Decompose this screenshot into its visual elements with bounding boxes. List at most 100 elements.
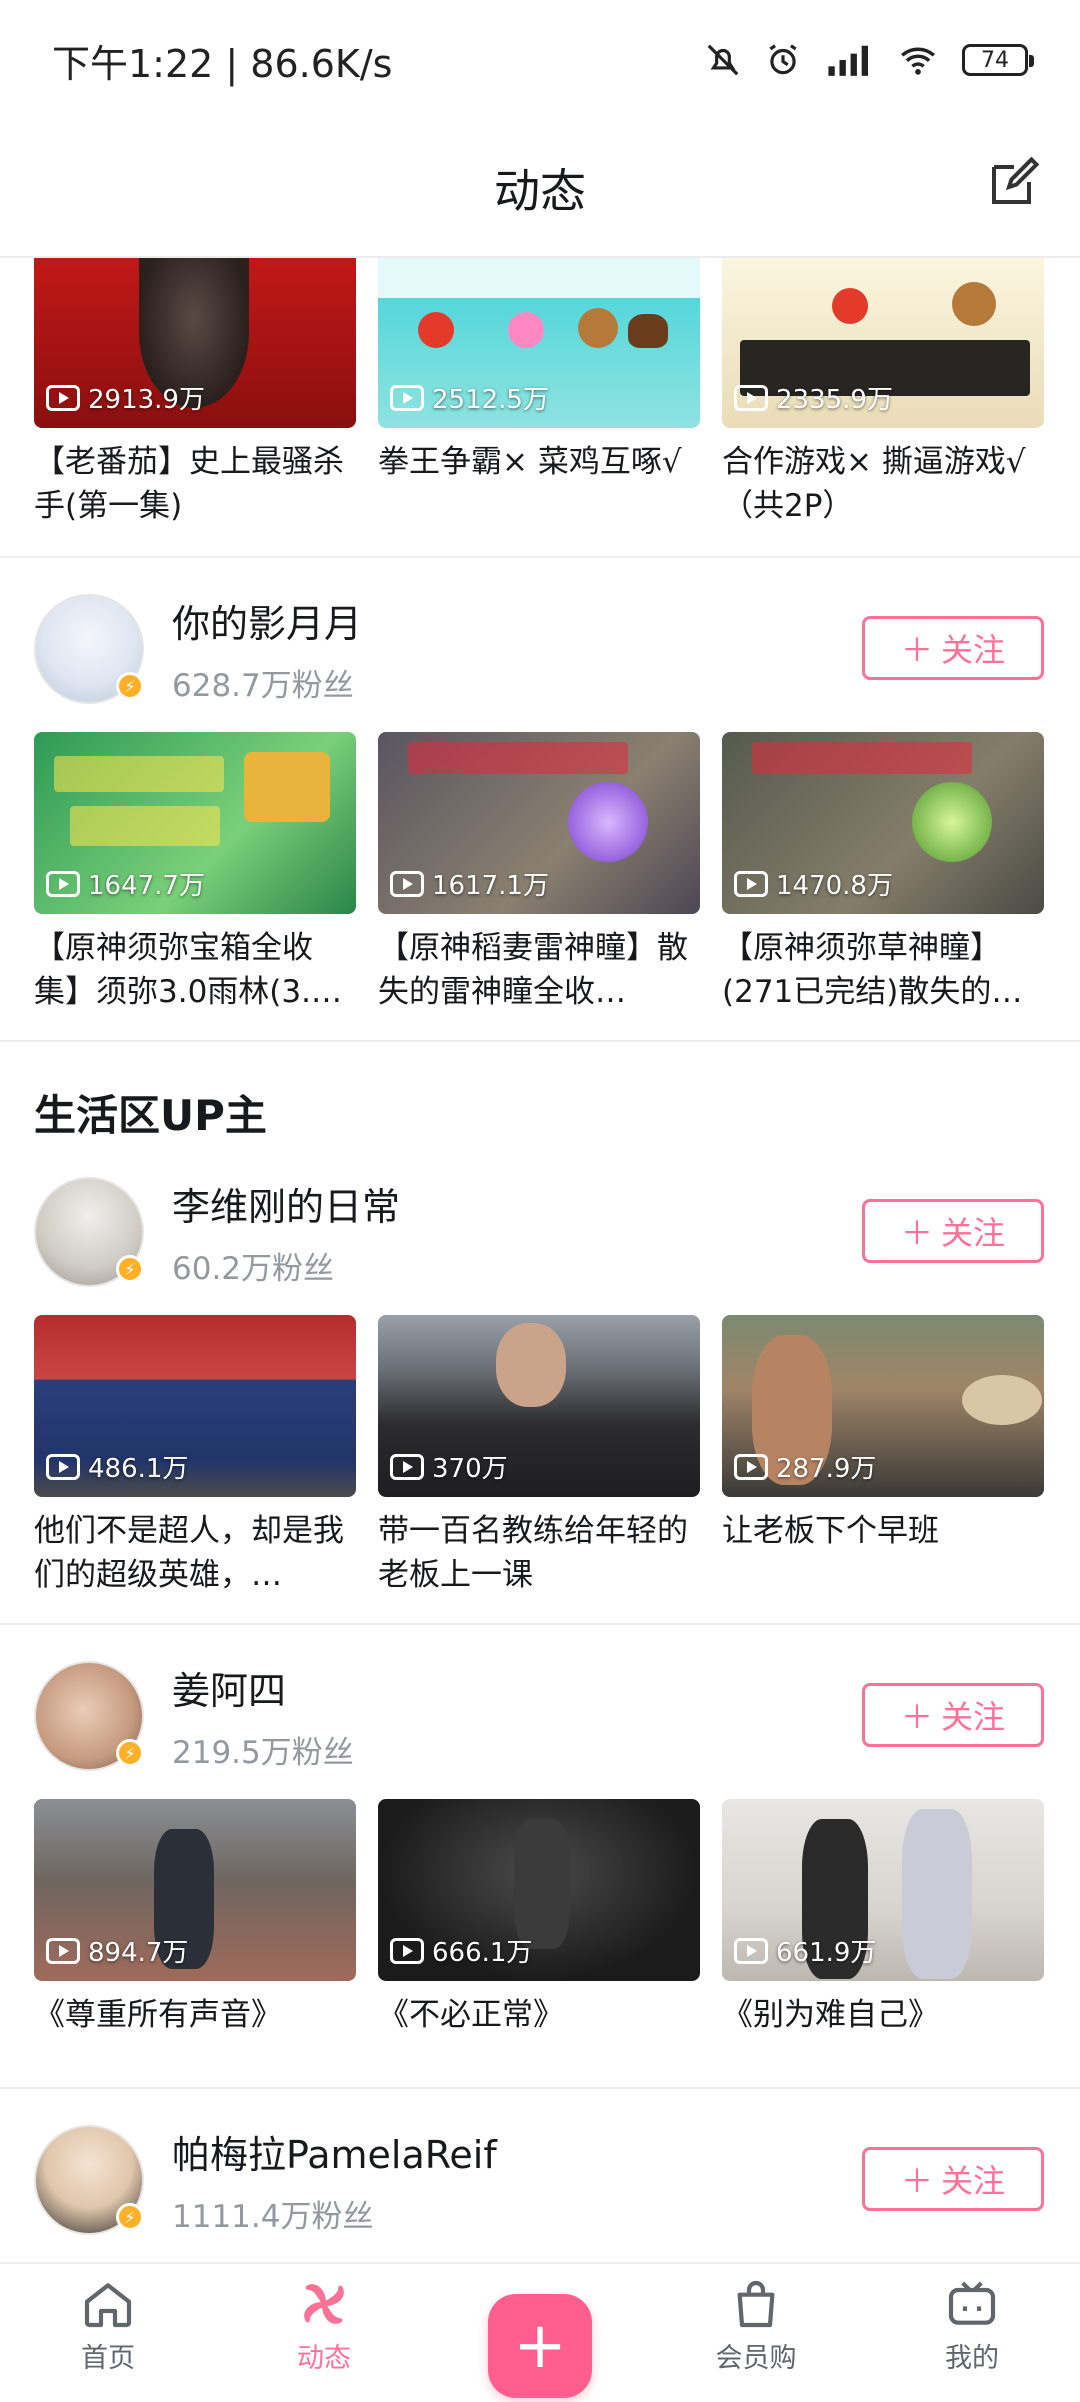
status-time-speed: 下午1:22 | 86.6K/s xyxy=(52,41,393,86)
nav-dynamic[interactable]: 动态 xyxy=(244,2264,404,2375)
play-icon xyxy=(734,384,768,411)
video-card[interactable]: 486.1万 他们不是超人，却是我们的超级英雄，… xyxy=(34,1315,356,1597)
nav-home[interactable]: 首页 xyxy=(28,2264,188,2375)
video-title[interactable]: 【原神须弥宝箱全收集】须弥3.0雨林(3.… xyxy=(34,926,356,1014)
video-row: 894.7万 《尊重所有声音》 666.1万 《不必正常》 661.9万 《别为… xyxy=(0,1799,1080,2081)
video-card[interactable]: 2913.9万 【老番茄】史上最骚杀手(第一集) xyxy=(34,258,356,528)
play-count: 1617.1万 xyxy=(390,865,549,902)
video-card[interactable]: 370万 带一百名教练给年轻的老板上一课 xyxy=(378,1315,700,1597)
video-card[interactable]: 1647.7万 【原神须弥宝箱全收集】须弥3.0雨林(3.… xyxy=(34,732,356,1014)
avatar[interactable]: ⚡ xyxy=(34,1177,144,1287)
play-count: 2512.5万 xyxy=(390,379,549,416)
play-icon xyxy=(390,384,424,411)
play-count: 1470.8万 xyxy=(734,865,893,902)
up-fans: 219.5万粉丝 xyxy=(172,1735,354,1771)
tv-icon xyxy=(948,2281,996,2325)
nav-label: 首页 xyxy=(81,2343,135,2374)
video-card[interactable]: 661.9万 《别为难自己》 xyxy=(722,1799,1044,2081)
play-count: 661.9万 xyxy=(734,1932,876,1969)
follow-button[interactable]: ＋关注 xyxy=(862,1199,1044,1263)
play-count: 287.9万 xyxy=(734,1448,876,1485)
status-bar: 下午1:22 | 86.6K/s 74 xyxy=(0,0,1080,120)
up-header[interactable]: ⚡ 帕梅拉PamelaReif 1111.4万粉丝 ＋关注 xyxy=(0,2111,1080,2244)
avatar[interactable]: ⚡ xyxy=(34,2125,144,2235)
up-header[interactable]: ⚡ 李维刚的日常 60.2万粉丝 ＋关注 xyxy=(0,1163,1080,1301)
up-info: 姜阿四 219.5万粉丝 xyxy=(172,1660,354,1772)
video-row: 486.1万 他们不是超人，却是我们的超级英雄，… 370万 带一百名教练给年轻… xyxy=(0,1315,1080,1597)
edit-icon[interactable] xyxy=(984,152,1044,212)
nav-mine[interactable]: 我的 xyxy=(892,2264,1052,2375)
play-icon xyxy=(734,1453,768,1480)
up-fans: 628.7万粉丝 xyxy=(172,668,354,704)
up-header[interactable]: ⚡ 姜阿四 219.5万粉丝 ＋关注 xyxy=(0,1647,1080,1785)
publish-plus-icon[interactable]: + xyxy=(488,2294,592,2398)
video-title[interactable]: 【原神稻妻雷神瞳】散失的雷神瞳全收… xyxy=(378,926,700,1014)
video-card[interactable]: 2335.9万 合作游戏× 撕逼游戏√（共2P） xyxy=(722,258,1044,528)
plus-icon: ＋ xyxy=(900,1214,933,1252)
follow-button[interactable]: ＋关注 xyxy=(862,2147,1044,2211)
top-bar: 动态 xyxy=(0,120,1080,258)
up-header[interactable]: ⚡ 你的影月月 628.7万粉丝 ＋关注 xyxy=(0,580,1080,718)
plus-icon: ＋ xyxy=(900,631,933,669)
nav-label: 动态 xyxy=(297,2343,351,2374)
play-icon xyxy=(390,870,424,897)
video-row: 2913.9万 【老番茄】史上最骚杀手(第一集) 2512.5万 拳王争霸× 菜… xyxy=(0,258,1080,528)
video-card[interactable]: 1617.1万 【原神稻妻雷神瞳】散失的雷神瞳全收… xyxy=(378,732,700,1014)
video-thumbnail[interactable]: 370万 xyxy=(378,1315,700,1497)
verified-icon: ⚡ xyxy=(116,1255,144,1283)
video-row: 1647.7万 【原神须弥宝箱全收集】须弥3.0雨林(3.… 1617.1万 【… xyxy=(0,732,1080,1014)
video-thumbnail[interactable]: 1470.8万 xyxy=(722,732,1044,914)
video-title[interactable]: 【原神须弥草神瞳】(271已完结)散失的… xyxy=(722,926,1044,1014)
video-title[interactable]: 合作游戏× 撕逼游戏√（共2P） xyxy=(722,440,1044,528)
video-thumbnail[interactable]: 661.9万 xyxy=(722,1799,1044,1981)
video-thumbnail[interactable]: 2335.9万 xyxy=(722,258,1044,428)
video-thumbnail[interactable]: 2512.5万 xyxy=(378,258,700,428)
play-count: 666.1万 xyxy=(390,1932,532,1969)
nav-label: 会员购 xyxy=(715,2343,797,2374)
play-icon xyxy=(46,870,80,897)
follow-button[interactable]: ＋关注 xyxy=(862,1683,1044,1747)
video-card[interactable]: 894.7万 《尊重所有声音》 xyxy=(34,1799,356,2081)
avatar[interactable]: ⚡ xyxy=(34,594,144,704)
nav-publish[interactable]: + xyxy=(460,2264,620,2398)
video-thumbnail[interactable]: 894.7万 xyxy=(34,1799,356,1981)
play-count: 486.1万 xyxy=(46,1448,188,1485)
video-title[interactable]: 拳王争霸× 菜鸡互啄√ xyxy=(378,440,700,528)
play-count: 894.7万 xyxy=(46,1932,188,1969)
video-thumbnail[interactable]: 287.9万 xyxy=(722,1315,1044,1497)
up-fans: 1111.4万粉丝 xyxy=(172,2199,374,2235)
video-title[interactable]: 他们不是超人，却是我们的超级英雄，… xyxy=(34,1509,356,1597)
section-title: 生活区UP主 xyxy=(34,1091,267,1140)
up-name[interactable]: 你的影月月 xyxy=(172,593,362,648)
video-title[interactable]: 《尊重所有声音》 xyxy=(34,1993,356,2081)
up-name[interactable]: 李维刚的日常 xyxy=(172,1176,400,1231)
video-card[interactable]: 1470.8万 【原神须弥草神瞳】(271已完结)散失的… xyxy=(722,732,1044,1014)
video-thumbnail[interactable]: 666.1万 xyxy=(378,1799,700,1981)
verified-icon: ⚡ xyxy=(116,672,144,700)
play-count: 370万 xyxy=(390,1448,508,1485)
up-name[interactable]: 帕梅拉PamelaReif xyxy=(172,2124,497,2179)
video-card[interactable]: 666.1万 《不必正常》 xyxy=(378,1799,700,2081)
up-name[interactable]: 姜阿四 xyxy=(172,1660,354,1715)
nav-vip-shop[interactable]: 会员购 xyxy=(676,2264,836,2375)
verified-icon: ⚡ xyxy=(116,1739,144,1767)
video-title[interactable]: 《别为难自己》 xyxy=(722,1993,1044,2081)
alarm-icon xyxy=(769,44,797,75)
video-card[interactable]: 2512.5万 拳王争霸× 菜鸡互啄√ xyxy=(378,258,700,528)
video-title[interactable]: 让老板下个早班 xyxy=(722,1509,1044,1597)
video-title[interactable]: 带一百名教练给年轻的老板上一课 xyxy=(378,1509,700,1597)
pinwheel-icon xyxy=(304,2284,344,2324)
video-thumbnail[interactable]: 486.1万 xyxy=(34,1315,356,1497)
up-info: 帕梅拉PamelaReif 1111.4万粉丝 xyxy=(172,2124,497,2236)
follow-button[interactable]: ＋关注 xyxy=(862,616,1044,680)
video-title[interactable]: 【老番茄】史上最骚杀手(第一集) xyxy=(34,440,356,528)
video-thumbnail[interactable]: 1617.1万 xyxy=(378,732,700,914)
video-thumbnail[interactable]: 2913.9万 xyxy=(34,258,356,428)
play-count: 1647.7万 xyxy=(46,865,205,902)
video-card[interactable]: 287.9万 让老板下个早班 xyxy=(722,1315,1044,1597)
feed[interactable]: 2913.9万 【老番茄】史上最骚杀手(第一集) 2512.5万 拳王争霸× 菜… xyxy=(0,258,1080,2244)
video-thumbnail[interactable]: 1647.7万 xyxy=(34,732,356,914)
avatar[interactable]: ⚡ xyxy=(34,1661,144,1771)
video-title[interactable]: 《不必正常》 xyxy=(378,1993,700,2081)
play-icon xyxy=(46,1937,80,1964)
